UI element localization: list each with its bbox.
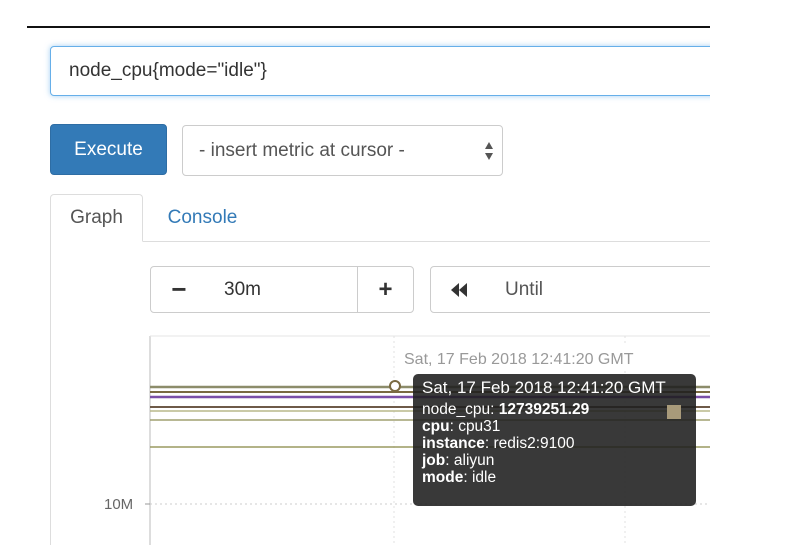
tooltip-label-value: cpu31 (458, 418, 501, 435)
tooltip-label-value: redis2:9100 (493, 435, 575, 452)
tooltip-metric-value: 12739251.29 (498, 401, 590, 418)
graph-tooltip: Sat, 17 Feb 2018 12:41:20 GMT node_cpu: … (413, 374, 696, 506)
hover-point-marker (389, 380, 401, 392)
hover-time-label: Sat, 17 Feb 2018 12:41:20 GMT (404, 351, 634, 368)
tooltip-metric-row: node_cpu: 12739251.29 (422, 401, 590, 418)
tooltip-series-swatch (667, 405, 681, 419)
tooltip-label-row: cpu: cpu31 (422, 418, 501, 435)
tooltip-label-value: idle (471, 469, 497, 486)
tooltip-label-key: cpu (422, 418, 450, 435)
tooltip-date: Sat, 17 Feb 2018 12:41:20 GMT (422, 378, 666, 397)
tooltip-label-key: job (422, 452, 446, 469)
tooltip-label-row: mode: idle (422, 469, 497, 486)
prometheus-viewport: Execute - insert metric at cursor - Grap… (0, 0, 710, 545)
tooltip-label-key: mode (422, 469, 464, 486)
tooltip-label-row: job: aliyun (422, 452, 495, 469)
tooltip-metric-key: node_cpu (422, 401, 491, 418)
tooltip-label-value: aliyun (453, 452, 495, 469)
tooltip-label-row: instance: redis2:9100 (422, 435, 575, 452)
tooltip-label-key: instance (422, 435, 485, 452)
y-axis-label-10m: 10M (104, 496, 133, 513)
